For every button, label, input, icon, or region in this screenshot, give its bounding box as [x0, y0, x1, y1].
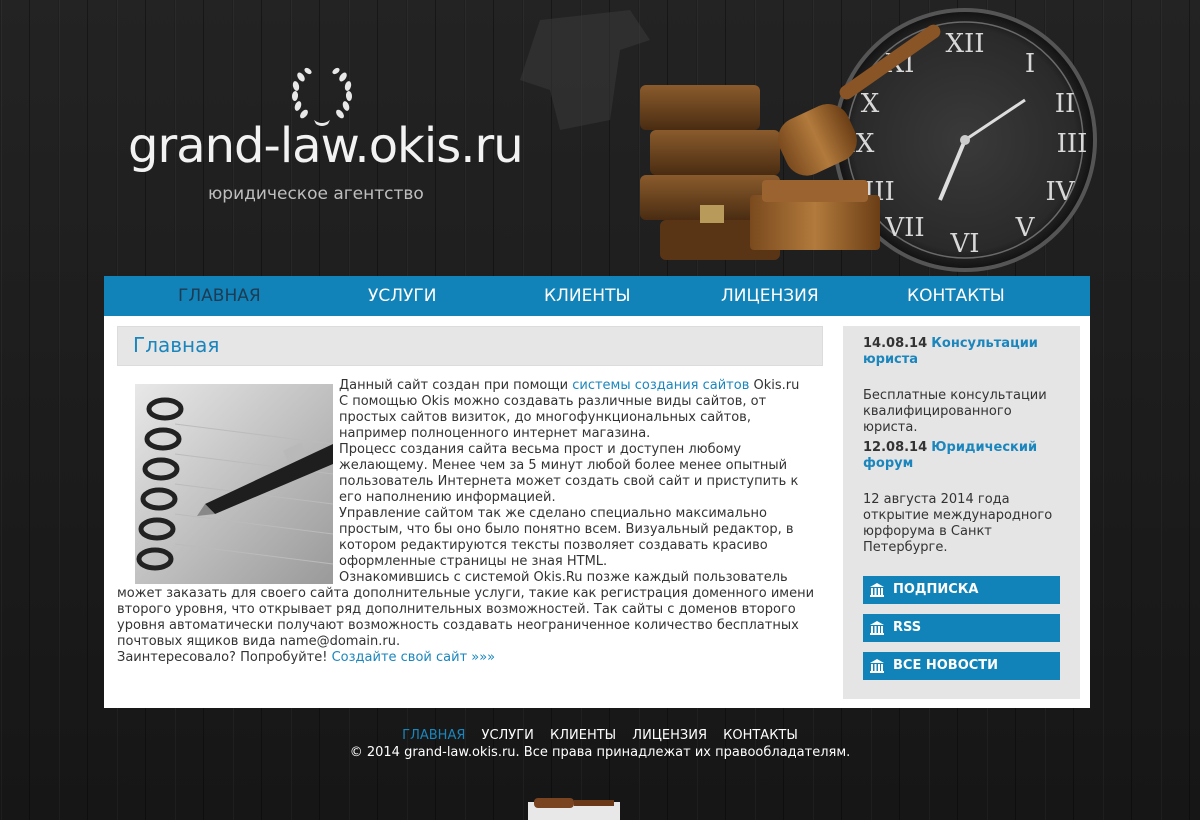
gavel-decoration	[528, 798, 620, 820]
copyright-text: © 2014 grand-law.okis.ru. Все права прин…	[349, 745, 851, 760]
page-title-bar: Главная	[117, 326, 823, 366]
news-text: 12 августа 2014 года открытие международ…	[863, 492, 1053, 555]
news-date: 14.08.14	[863, 336, 928, 351]
rss-button[interactable]: RSS	[863, 614, 1060, 642]
page-title: Главная	[133, 333, 220, 357]
footer-nav: Главная Услуги Клиенты Лицензия Контакты	[0, 728, 1200, 743]
cms-link[interactable]: системы создания сайтов	[572, 378, 749, 393]
footer-link-services[interactable]: Услуги	[482, 728, 534, 743]
news-text: Бесплатные консультации квалифицированно…	[863, 388, 1047, 435]
svg-text:VII: VII	[884, 213, 924, 243]
news-item: 12.08.14 Юридический форум	[863, 440, 1063, 472]
news-item: 14.08.14 Консультации юриста	[863, 336, 1063, 368]
svg-text:IV: IV	[1045, 177, 1075, 207]
article-text: Данный сайт создан при помощи	[339, 378, 573, 393]
building-icon	[870, 583, 884, 597]
all-news-button-label: ВСЕ НОВОСТИ	[893, 658, 999, 673]
article-text: Заинтересовало? Попробуйте!	[117, 650, 332, 665]
create-site-link[interactable]: Создайте свой сайт »»»	[332, 650, 496, 665]
subscribe-button-label: ПОДПИСКА	[893, 582, 979, 597]
footer-link-clients[interactable]: Клиенты	[550, 728, 616, 743]
notebook-pen-photo	[135, 384, 333, 584]
site-header: grand-law.okis.ru юридическое агентство	[0, 0, 1200, 276]
rss-button-label: RSS	[893, 620, 922, 635]
svg-text:III: III	[1057, 129, 1088, 159]
svg-text:I: I	[1025, 49, 1035, 79]
all-news-button[interactable]: ВСЕ НОВОСТИ	[863, 652, 1060, 680]
news-sidebar: 14.08.14 Консультации юриста Бесплатные …	[843, 326, 1080, 699]
subscribe-button[interactable]: ПОДПИСКА	[863, 576, 1060, 604]
nav-item-clients[interactable]: Клиенты	[544, 276, 630, 316]
nav-item-home[interactable]: Главная	[178, 276, 261, 316]
building-icon	[870, 621, 884, 635]
article-text: Okis.ru	[749, 378, 800, 393]
svg-text:XII: XII	[945, 29, 984, 59]
svg-text:VI: VI	[949, 229, 979, 259]
main-nav: Главная Услуги Клиенты Лицензия Контакты	[104, 276, 1090, 316]
site-subtitle: юридическое агентство	[208, 184, 424, 204]
news-date: 12.08.14	[863, 440, 928, 455]
nav-item-license[interactable]: Лицензия	[721, 276, 819, 316]
svg-text:V: V	[1015, 213, 1036, 243]
nav-item-services[interactable]: Услуги	[368, 276, 436, 316]
main-panel: Главная Данный сайт создан при помощи си…	[104, 316, 1090, 708]
svg-text:X: X	[861, 89, 880, 119]
law-books-clock-illustration: XII I II III IV V VI VII VIII IX X XI	[520, 8, 1097, 272]
article-body: Данный сайт создан при помощи системы со…	[117, 378, 817, 666]
building-icon	[870, 659, 884, 673]
nav-item-contacts[interactable]: Контакты	[907, 276, 1005, 316]
article-paragraph-6: Заинтересовало? Попробуйте! Создайте сво…	[117, 650, 817, 666]
main-content: Главная	[117, 326, 823, 366]
footer-link-license[interactable]: Лицензия	[632, 728, 707, 743]
footer-link-contacts[interactable]: Контакты	[723, 728, 798, 743]
svg-text:II: II	[1055, 89, 1076, 119]
footer-link-home[interactable]: Главная	[402, 728, 465, 743]
site-logo-text[interactable]: grand-law.okis.ru	[128, 118, 524, 174]
